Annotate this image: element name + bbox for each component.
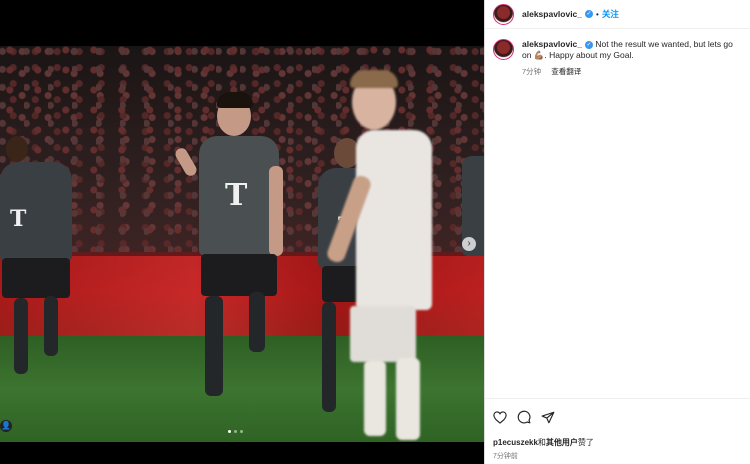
likes-suffix: 赞了 bbox=[577, 438, 594, 447]
share-icon[interactable] bbox=[541, 411, 555, 424]
caption-body: alekspavlovic_ ✓ Not the result we wanted… bbox=[522, 39, 742, 77]
caption-avatar[interactable] bbox=[493, 39, 514, 60]
caption-username[interactable]: alekspavlovic_ bbox=[522, 39, 582, 49]
player-left: T bbox=[0, 136, 80, 396]
post-photo[interactable]: T T T bbox=[0, 46, 484, 442]
post-sidebar: alekspavlovic_ ✓ • 关注 alekspavlovic_ ✓ No… bbox=[484, 0, 750, 464]
likes-others[interactable]: 其他用户 bbox=[546, 438, 578, 447]
carousel-dots bbox=[228, 430, 243, 433]
verified-badge-icon: ✓ bbox=[585, 10, 594, 18]
translate-button[interactable]: 查看翻译 bbox=[551, 67, 581, 76]
likes-connector: 和 bbox=[537, 438, 546, 447]
action-icons bbox=[493, 407, 742, 427]
player-opponent bbox=[320, 70, 440, 442]
comment-icon[interactable] bbox=[517, 410, 531, 424]
post-actions: p1ecuszekk和其他用户赞了 7分钟前 bbox=[485, 398, 750, 461]
carousel-next-button[interactable]: › bbox=[462, 237, 476, 251]
post-header: alekspavlovic_ ✓ • 关注 bbox=[485, 0, 750, 29]
caption-text: alekspavlovic_ ✓ Not the result we wanted… bbox=[522, 39, 742, 61]
carousel-dot[interactable] bbox=[234, 430, 237, 433]
tagged-user-icon[interactable]: 👤 bbox=[0, 420, 12, 432]
header-username[interactable]: alekspavlovic_ bbox=[522, 9, 582, 19]
likes-summary: p1ecuszekk和其他用户赞了 bbox=[493, 437, 742, 448]
caption-meta: 7分钟 查看翻译 bbox=[522, 66, 742, 77]
avatar[interactable] bbox=[493, 3, 514, 25]
post-timestamp: 7分钟前 bbox=[493, 453, 518, 460]
player-celebrating: T bbox=[165, 92, 310, 436]
player-right-edge bbox=[462, 156, 484, 276]
caption-time: 7分钟 bbox=[522, 67, 542, 76]
header-separator: • bbox=[596, 9, 599, 19]
caption-block: alekspavlovic_ ✓ Not the result we wanted… bbox=[485, 29, 750, 77]
carousel-dot[interactable] bbox=[240, 430, 243, 433]
carousel-dot[interactable] bbox=[228, 430, 231, 433]
heart-icon[interactable] bbox=[493, 410, 507, 424]
caption-verified-icon: ✓ bbox=[585, 40, 594, 49]
likes-user[interactable]: p1ecuszekk bbox=[493, 438, 538, 447]
follow-button[interactable]: 关注 bbox=[602, 8, 619, 20]
post-media: T T T bbox=[0, 0, 484, 464]
